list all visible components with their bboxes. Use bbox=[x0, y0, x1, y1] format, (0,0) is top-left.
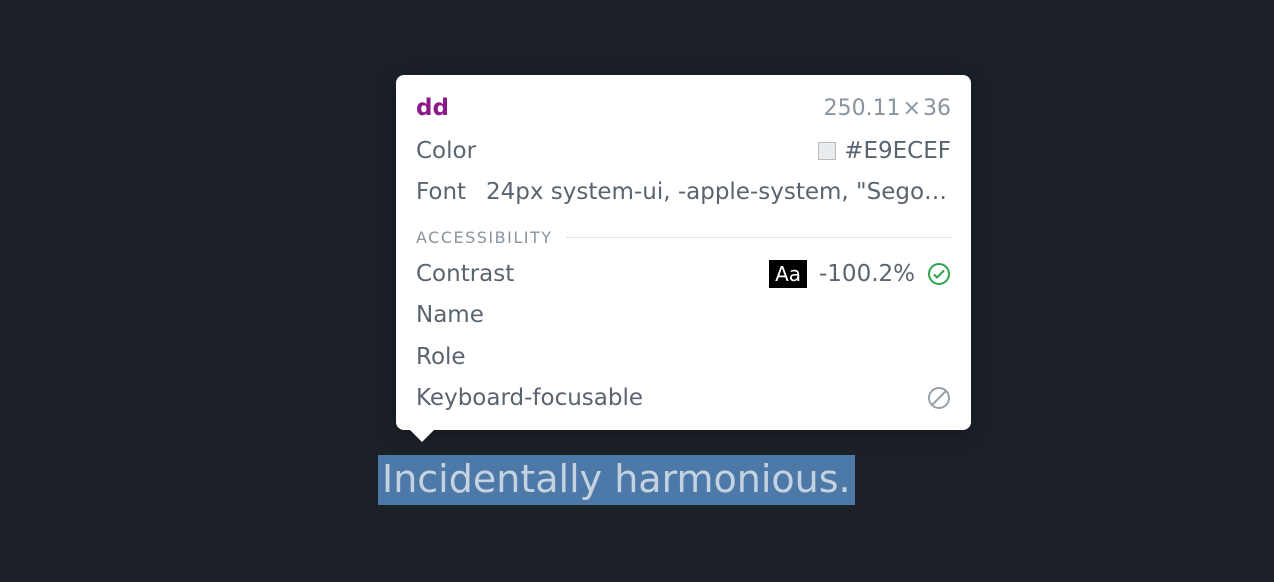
contrast-percent: -100.2% bbox=[819, 257, 915, 292]
font-value: 24px system-ui, -apple-system, "Segoe… bbox=[486, 175, 951, 210]
element-tag-name: dd bbox=[416, 91, 449, 126]
tooltip-header-row: dd 250.11×36 bbox=[416, 91, 951, 126]
color-hex-value: #E9ECEF bbox=[844, 134, 951, 169]
accessible-name-label: Name bbox=[416, 298, 484, 333]
contrast-sample-badge: Aa bbox=[769, 260, 807, 288]
color-label: Color bbox=[416, 134, 476, 169]
font-row: Font 24px system-ui, -apple-system, "Seg… bbox=[416, 175, 951, 210]
not-allowed-icon bbox=[927, 386, 951, 410]
dimensions-height: 36 bbox=[923, 96, 951, 121]
contrast-label: Contrast bbox=[416, 257, 514, 292]
section-divider bbox=[567, 237, 951, 238]
role-label: Role bbox=[416, 340, 476, 375]
color-swatch-icon bbox=[818, 142, 836, 160]
color-row: Color #E9ECEF bbox=[416, 134, 951, 169]
accessibility-section-header: ACCESSIBILITY bbox=[416, 228, 951, 247]
devtools-element-tooltip: dd 250.11×36 Color #E9ECEF Font 24px sys… bbox=[396, 75, 971, 430]
name-row: Name bbox=[416, 298, 951, 333]
accessibility-title: ACCESSIBILITY bbox=[416, 228, 553, 247]
element-dimensions: 250.11×36 bbox=[824, 92, 951, 125]
color-value-wrap: #E9ECEF bbox=[818, 134, 951, 169]
role-row: Role bbox=[416, 340, 951, 375]
inspected-element-highlight: Incidentally harmonious. bbox=[378, 455, 855, 505]
keyboard-focusable-row: Keyboard-focusable bbox=[416, 381, 951, 416]
contrast-value-wrap: Aa -100.2% bbox=[769, 257, 951, 292]
dimensions-width: 250.11 bbox=[824, 96, 901, 121]
checkmark-circle-icon bbox=[927, 262, 951, 286]
keyboard-focusable-label: Keyboard-focusable bbox=[416, 381, 643, 416]
contrast-row: Contrast Aa -100.2% bbox=[416, 257, 951, 292]
font-label: Font bbox=[416, 175, 476, 210]
